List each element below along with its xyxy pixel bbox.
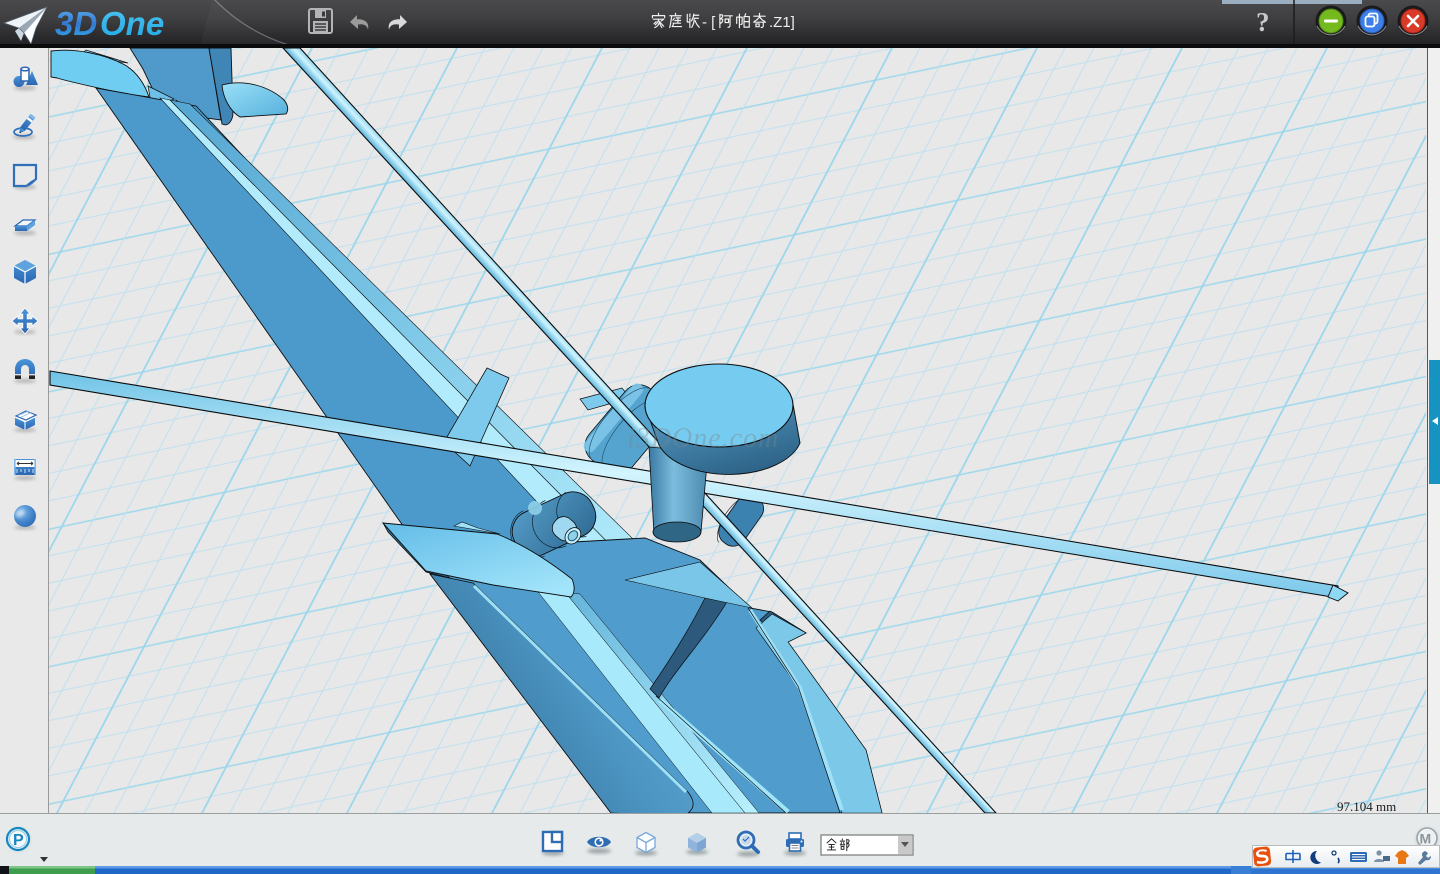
svg-text:.Z1]: .Z1] bbox=[769, 14, 795, 31]
svg-text:- [: - [ bbox=[702, 14, 716, 31]
svg-text:One: One bbox=[100, 5, 164, 42]
svg-text:P: P bbox=[13, 832, 24, 849]
svg-text:97.104 mm: 97.104 mm bbox=[1337, 799, 1396, 813]
svg-text:i3DOne.com: i3DOne.com bbox=[627, 423, 779, 454]
svg-text:3D: 3D bbox=[55, 5, 97, 42]
svg-text:?: ? bbox=[1256, 7, 1270, 37]
